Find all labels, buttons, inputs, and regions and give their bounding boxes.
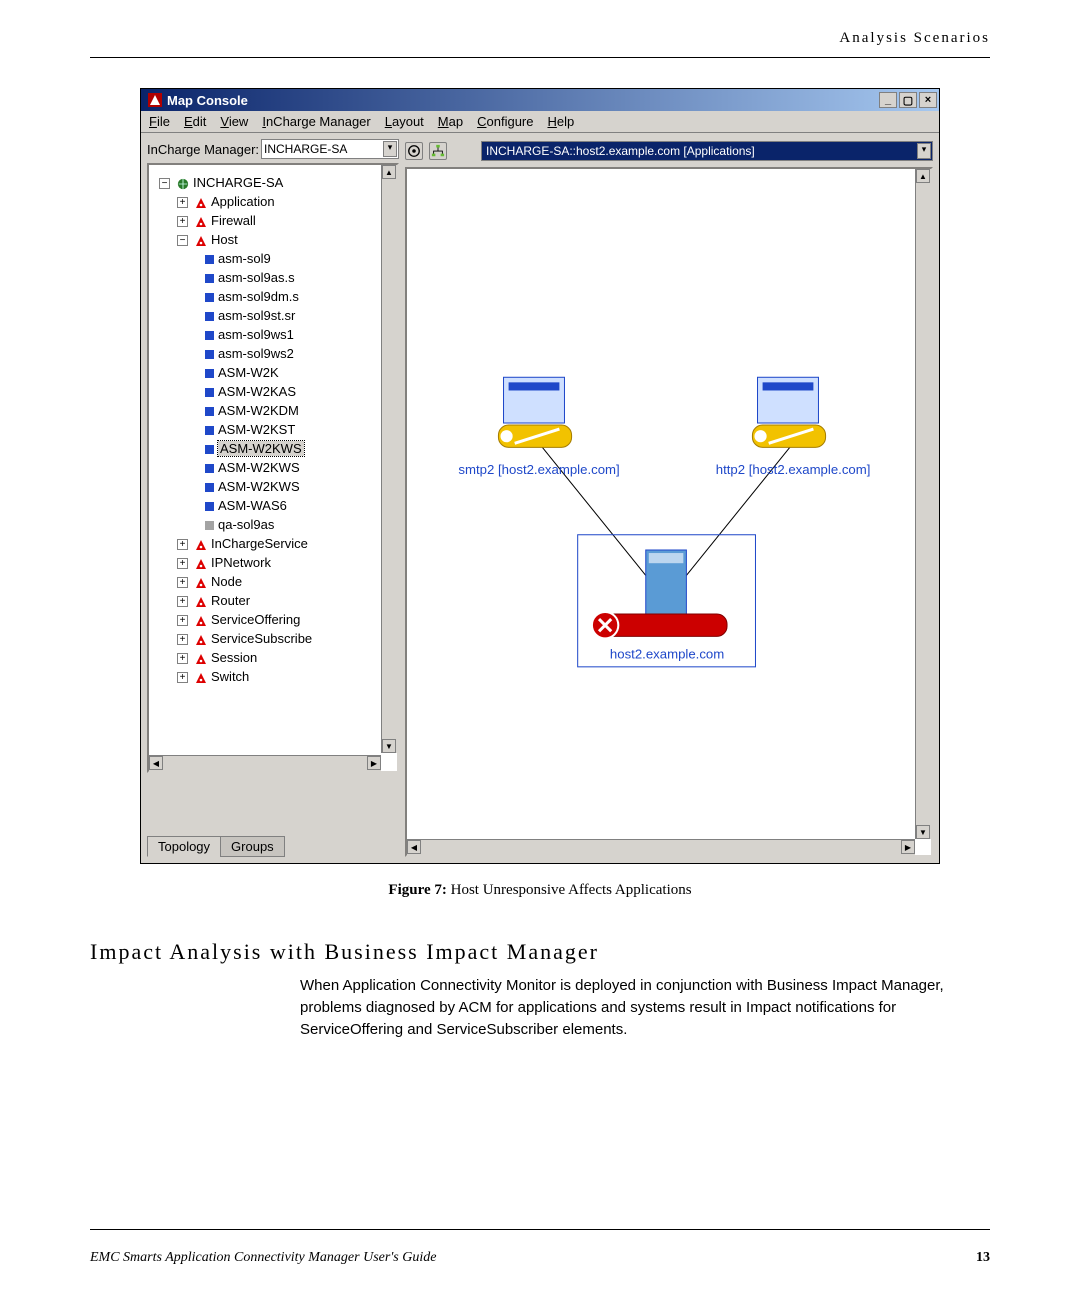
menu-configure[interactable]: Configure — [477, 114, 533, 129]
tree-branch[interactable]: +Node — [177, 572, 393, 591]
menu-view[interactable]: View — [220, 114, 248, 129]
menu-map[interactable]: Map — [438, 114, 463, 129]
map-label-host2: host2.example.com — [610, 647, 724, 662]
scroll-left-icon[interactable]: ◀ — [407, 840, 421, 854]
scroll-right-icon[interactable]: ▶ — [901, 840, 915, 854]
close-button[interactable]: × — [919, 92, 937, 108]
map-node-http2[interactable] — [752, 377, 825, 447]
tree-branch[interactable]: +ServiceOffering — [177, 610, 393, 629]
map-context-dropdown[interactable]: INCHARGE-SA::host2.example.com [Applicat… — [481, 141, 933, 161]
tree-branch-host[interactable]: −Host — [177, 230, 393, 249]
scroll-down-icon[interactable]: ▼ — [916, 825, 930, 839]
tree-leaf[interactable]: asm-sol9st.sr — [195, 306, 393, 325]
menu-edit[interactable]: Edit — [184, 114, 206, 129]
map-label-http2: http2 [host2.example.com] — [716, 462, 871, 477]
map-label-smtp2: smtp2 [host2.example.com] — [458, 462, 619, 477]
tree-root[interactable]: −INCHARGE-SA — [159, 173, 393, 192]
tree-branch[interactable]: +Router — [177, 591, 393, 610]
left-tabs: Topology Groups — [147, 836, 399, 857]
tree-leaf[interactable]: ASM-WAS6 — [195, 496, 393, 515]
scroll-up-icon[interactable]: ▲ — [916, 169, 930, 183]
menu-layout[interactable]: Layout — [385, 114, 424, 129]
tree-leaf[interactable]: ASM-W2KWS — [195, 439, 393, 458]
map-canvas[interactable]: smtp2 [host2.example.com] http2 [host2.e… — [405, 167, 933, 857]
page-header: Analysis Scenarios — [90, 30, 990, 47]
target-icon[interactable] — [405, 142, 423, 160]
menu-file[interactable]: File — [149, 114, 170, 129]
section-body: When Application Connectivity Monitor is… — [300, 975, 990, 1040]
tab-topology[interactable]: Topology — [147, 836, 221, 857]
tree-leaf[interactable]: asm-sol9ws2 — [195, 344, 393, 363]
tree-leaf[interactable]: ASM-W2K — [195, 363, 393, 382]
menubar: File Edit View InCharge Manager Layout M… — [141, 111, 939, 133]
incharge-manager-dropdown[interactable]: INCHARGE-SA ▾ — [261, 139, 399, 159]
tree-leaf[interactable]: asm-sol9 — [195, 249, 393, 268]
tree-leaf[interactable]: ASM-W2KWS — [195, 477, 393, 496]
tree-branch[interactable]: +InChargeService — [177, 534, 393, 553]
network-icon[interactable] — [429, 142, 447, 160]
dropdown-arrow-icon[interactable]: ▾ — [383, 141, 397, 157]
incharge-manager-value: INCHARGE-SA — [264, 142, 347, 156]
maximize-button[interactable]: ▢ — [899, 92, 917, 108]
tab-groups[interactable]: Groups — [220, 836, 285, 857]
footer-rule — [90, 1229, 990, 1230]
tree-leaf[interactable]: qa-sol9as — [195, 515, 393, 534]
tree-leaf[interactable]: asm-sol9dm.s — [195, 287, 393, 306]
tree-branch[interactable]: +IPNetwork — [177, 553, 393, 572]
page-number: 13 — [976, 1250, 990, 1266]
menu-incharge[interactable]: InCharge Manager — [262, 114, 370, 129]
map-panel: INCHARGE-SA::host2.example.com [Applicat… — [405, 139, 933, 857]
map-vertical-scrollbar[interactable]: ▲ ▼ — [915, 169, 931, 839]
app-icon — [147, 92, 163, 108]
tree-view[interactable]: −INCHARGE-SA+Application+Firewall−Hostas… — [147, 163, 399, 773]
map-node-smtp2[interactable] — [498, 377, 571, 447]
scroll-down-icon[interactable]: ▼ — [382, 739, 396, 753]
tree-leaf[interactable]: asm-sol9ws1 — [195, 325, 393, 344]
tree-horizontal-scrollbar[interactable]: ◀ ▶ — [149, 755, 381, 771]
tree-vertical-scrollbar[interactable]: ▲ ▼ — [381, 165, 397, 753]
scroll-right-icon[interactable]: ▶ — [367, 756, 381, 770]
tree-leaf[interactable]: ASM-W2KST — [195, 420, 393, 439]
dropdown-arrow-icon[interactable]: ▾ — [917, 143, 931, 159]
tree-leaf[interactable]: ASM-W2KAS — [195, 382, 393, 401]
figure-label: Figure 7: — [388, 882, 446, 898]
map-horizontal-scrollbar[interactable]: ◀ ▶ — [407, 839, 915, 855]
incharge-manager-label: InCharge Manager: — [147, 142, 259, 157]
tree-branch[interactable]: +Switch — [177, 667, 393, 686]
tree-branch[interactable]: +Session — [177, 648, 393, 667]
map-context-value: INCHARGE-SA::host2.example.com [Applicat… — [486, 144, 755, 158]
left-panel: InCharge Manager: INCHARGE-SA ▾ −INCHARG… — [147, 139, 399, 857]
tree-branch[interactable]: +ServiceSubscribe — [177, 629, 393, 648]
figure-caption: Figure 7: Host Unresponsive Affects Appl… — [90, 882, 990, 899]
header-rule — [90, 57, 990, 58]
tree-branch[interactable]: +Application — [177, 192, 393, 211]
tree-leaf[interactable]: asm-sol9as.s — [195, 268, 393, 287]
menu-help[interactable]: Help — [547, 114, 574, 129]
figure-text: Host Unresponsive Affects Applications — [451, 882, 692, 898]
titlebar[interactable]: Map Console _ ▢ × — [141, 89, 939, 111]
tree-leaf[interactable]: ASM-W2KDM — [195, 401, 393, 420]
scroll-left-icon[interactable]: ◀ — [149, 756, 163, 770]
tree-leaf[interactable]: ASM-W2KWS — [195, 458, 393, 477]
map-console-window: Map Console _ ▢ × File Edit View InCharg… — [140, 88, 940, 864]
minimize-button[interactable]: _ — [879, 92, 897, 108]
scroll-up-icon[interactable]: ▲ — [382, 165, 396, 179]
section-heading: Impact Analysis with Business Impact Man… — [90, 939, 990, 965]
window-title: Map Console — [167, 93, 248, 108]
footer-title: EMC Smarts Application Connectivity Mana… — [90, 1250, 436, 1266]
tree-branch[interactable]: +Firewall — [177, 211, 393, 230]
